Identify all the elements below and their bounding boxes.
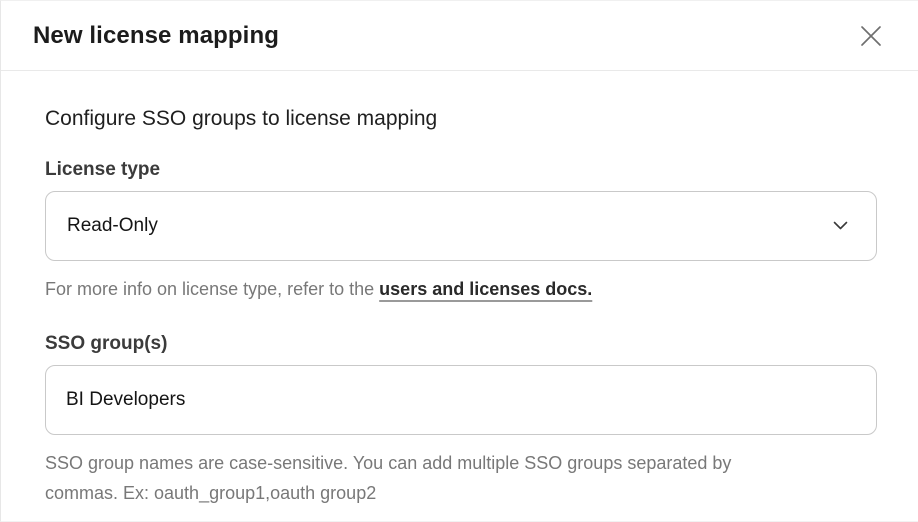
section-heading: Configure SSO groups to license mapping — [45, 107, 876, 131]
sso-groups-input[interactable] — [45, 365, 877, 435]
license-type-helper: For more info on license type, refer to … — [45, 274, 876, 304]
new-license-mapping-dialog: New license mapping Configure SSO groups… — [0, 0, 918, 522]
users-and-licenses-docs-link[interactable]: users and licenses docs. — [379, 279, 592, 299]
license-type-helper-text: For more info on license type, refer to … — [45, 279, 379, 299]
close-icon — [858, 23, 884, 49]
license-type-field: License type Read-Only For more info on … — [45, 159, 876, 304]
page-title: New license mapping — [33, 22, 279, 50]
sso-groups-label: SSO group(s) — [45, 333, 876, 355]
close-button[interactable] — [854, 19, 888, 53]
dialog-header: New license mapping — [1, 1, 918, 71]
sso-groups-field: SSO group(s) SSO group names are case-se… — [45, 333, 876, 508]
license-type-selected-value: Read-Only — [67, 215, 158, 237]
license-type-select[interactable]: Read-Only — [45, 191, 877, 261]
sso-groups-helper: SSO group names are case-sensitive. You … — [45, 448, 745, 508]
dialog-body: Configure SSO groups to license mapping … — [1, 71, 918, 508]
chevron-down-icon — [833, 221, 848, 231]
license-type-label: License type — [45, 159, 876, 181]
